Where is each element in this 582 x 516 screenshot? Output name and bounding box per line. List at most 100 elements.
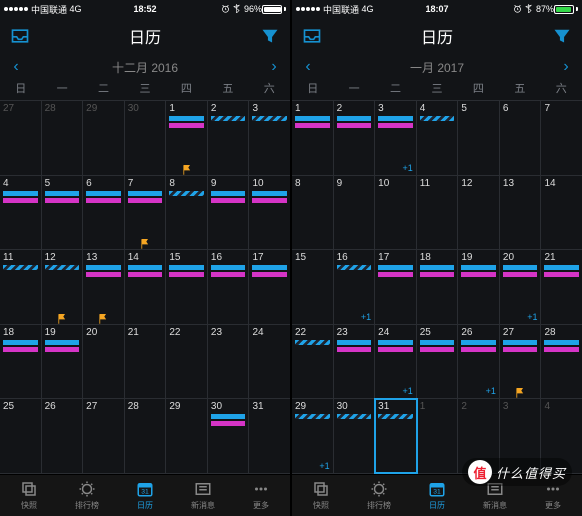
day-number: 28: [128, 401, 163, 412]
activity-bar: [86, 191, 121, 196]
day-cell[interactable]: 1: [292, 101, 334, 175]
day-cell[interactable]: 28: [42, 101, 84, 175]
tab-snap[interactable]: 快照: [0, 475, 58, 516]
day-cell[interactable]: 19: [458, 250, 500, 324]
day-cell[interactable]: 26: [42, 399, 84, 473]
day-cell[interactable]: 31: [249, 399, 290, 473]
day-number: 25: [3, 401, 38, 412]
day-number: 23: [211, 327, 246, 338]
day-cell[interactable]: 9: [334, 176, 376, 250]
day-number: 1: [169, 103, 204, 114]
activity-bar: [420, 347, 455, 352]
activity-bar: [378, 272, 413, 277]
day-cell[interactable]: 14: [541, 176, 582, 250]
prev-month-button[interactable]: ‹: [300, 58, 316, 76]
day-cell[interactable]: 3+1: [375, 101, 417, 175]
day-cell[interactable]: 30: [208, 399, 250, 473]
day-cell[interactable]: 20+1: [500, 250, 542, 324]
day-cell[interactable]: 29: [83, 101, 125, 175]
day-cell[interactable]: 11: [0, 250, 42, 324]
day-cell[interactable]: 17: [375, 250, 417, 324]
day-cell[interactable]: 4: [0, 176, 42, 250]
day-cell[interactable]: 11: [417, 176, 459, 250]
day-cell[interactable]: 5: [42, 176, 84, 250]
day-cell[interactable]: 22: [166, 325, 208, 399]
tab-cal[interactable]: 31日历: [408, 475, 466, 516]
day-cell[interactable]: 5: [458, 101, 500, 175]
day-cell[interactable]: 18: [0, 325, 42, 399]
day-cell[interactable]: 6: [83, 176, 125, 250]
filter-icon[interactable]: [552, 26, 572, 46]
tab-msg[interactable]: 新消息: [174, 475, 232, 516]
day-cell[interactable]: 6: [500, 101, 542, 175]
day-cell[interactable]: 21: [541, 250, 582, 324]
day-cell[interactable]: 14: [125, 250, 167, 324]
prev-month-button[interactable]: ‹: [8, 58, 24, 76]
day-cell[interactable]: 23: [208, 325, 250, 399]
day-cell[interactable]: 8: [292, 176, 334, 250]
day-cell[interactable]: 27: [83, 399, 125, 473]
day-number: 5: [45, 178, 80, 189]
day-cell[interactable]: 27: [500, 325, 542, 399]
day-cell[interactable]: 15: [292, 250, 334, 324]
day-cell[interactable]: 3: [249, 101, 290, 175]
day-cell[interactable]: 2: [208, 101, 250, 175]
inbox-icon[interactable]: [10, 26, 30, 46]
filter-icon[interactable]: [260, 26, 280, 46]
day-cell[interactable]: 24: [249, 325, 290, 399]
day-number: 25: [420, 327, 455, 338]
day-cell[interactable]: 13: [500, 176, 542, 250]
next-month-button[interactable]: ›: [558, 58, 574, 76]
day-cell[interactable]: 25: [0, 399, 42, 473]
day-cell[interactable]: 10: [249, 176, 290, 250]
day-cell[interactable]: 18: [417, 250, 459, 324]
day-cell[interactable]: 8: [166, 176, 208, 250]
day-cell[interactable]: 31: [375, 399, 417, 473]
day-cell[interactable]: 17: [249, 250, 290, 324]
day-cell[interactable]: 1: [417, 399, 459, 473]
inbox-icon[interactable]: [302, 26, 322, 46]
tab-rank[interactable]: 排行榜: [350, 475, 408, 516]
day-cell[interactable]: 10: [375, 176, 417, 250]
day-cell[interactable]: 13: [83, 250, 125, 324]
tab-snap[interactable]: 快照: [292, 475, 350, 516]
day-cell[interactable]: 15: [166, 250, 208, 324]
day-cell[interactable]: 4: [417, 101, 459, 175]
next-month-button[interactable]: ›: [266, 58, 282, 76]
day-cell[interactable]: 28: [541, 325, 582, 399]
day-cell[interactable]: 21: [125, 325, 167, 399]
day-cell[interactable]: 19: [42, 325, 84, 399]
day-cell[interactable]: 23: [334, 325, 376, 399]
day-cell[interactable]: 20: [83, 325, 125, 399]
msg-icon: [194, 480, 212, 498]
extra-count: +1: [527, 312, 537, 322]
day-cell[interactable]: 22: [292, 325, 334, 399]
day-cell[interactable]: 7: [541, 101, 582, 175]
day-cell[interactable]: 16: [208, 250, 250, 324]
activity-bar: [211, 272, 246, 277]
day-cell[interactable]: 7: [125, 176, 167, 250]
tab-cal[interactable]: 31日历: [116, 475, 174, 516]
day-cell[interactable]: 16+1: [334, 250, 376, 324]
day-cell[interactable]: 25: [417, 325, 459, 399]
day-cell[interactable]: 30: [125, 101, 167, 175]
day-cell[interactable]: 9: [208, 176, 250, 250]
day-cell[interactable]: 2: [334, 101, 376, 175]
day-cell[interactable]: 12: [458, 176, 500, 250]
day-cell[interactable]: 12: [42, 250, 84, 324]
day-cell[interactable]: 28: [125, 399, 167, 473]
day-cell[interactable]: 27: [0, 101, 42, 175]
day-cell[interactable]: 30: [334, 399, 376, 473]
tab-rank[interactable]: 排行榜: [58, 475, 116, 516]
day-cell[interactable]: 24+1: [375, 325, 417, 399]
tab-more[interactable]: 更多: [232, 475, 290, 516]
day-cell[interactable]: 29+1: [292, 399, 334, 473]
watermark: 值什么值得买: [462, 458, 572, 486]
day-number: 3: [252, 103, 287, 114]
activity-bar: [295, 414, 330, 419]
day-cell[interactable]: 1: [166, 101, 208, 175]
weekday-label: 五: [207, 80, 248, 100]
day-cell[interactable]: 26+1: [458, 325, 500, 399]
day-cell[interactable]: 29: [166, 399, 208, 473]
activity-bar: [211, 414, 246, 419]
